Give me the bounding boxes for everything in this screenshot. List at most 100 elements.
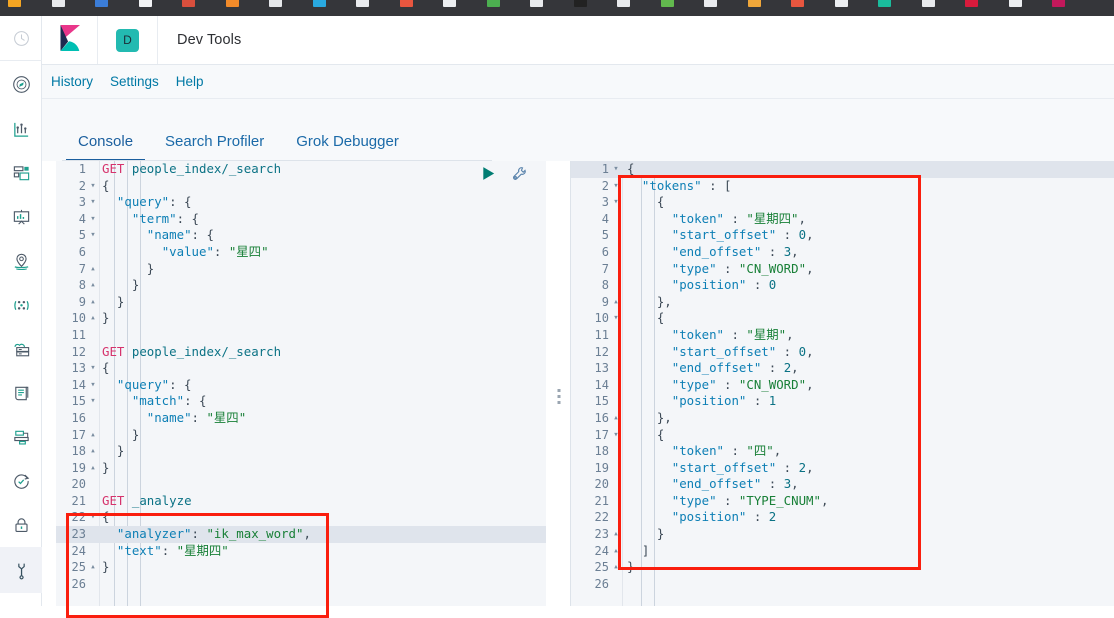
- editor-line[interactable]: 15 ▾ "match": {: [56, 393, 546, 410]
- editor-line[interactable]: 6 "value": "星四": [56, 244, 546, 261]
- editor-line[interactable]: 25 ▴}: [571, 559, 1114, 576]
- editor-line[interactable]: 17 ▾ {: [571, 427, 1114, 444]
- editor-line[interactable]: 18 ▴ }: [56, 443, 546, 460]
- bookmark-favicon[interactable]: [1008, 0, 1022, 7]
- console-request-editor[interactable]: 1 GET people_index/_search 2 ▾{3 ▾ "query": …: [56, 161, 546, 606]
- bookmark-favicon[interactable]: [791, 0, 804, 7]
- fold-toggle-icon[interactable]: ▾: [88, 178, 98, 195]
- editor-line[interactable]: 13 "end_offset" : 2,: [571, 360, 1114, 377]
- sidebar-item-visualize[interactable]: [0, 107, 42, 151]
- sidebar-item-canvas[interactable]: [0, 195, 42, 239]
- space-switcher[interactable]: D: [98, 16, 158, 64]
- help-link[interactable]: Help: [176, 74, 204, 89]
- sidebar-item-discover[interactable]: [0, 61, 42, 107]
- fold-toggle-icon[interactable]: ▴: [88, 443, 98, 460]
- bookmark-favicon[interactable]: [356, 0, 369, 7]
- editor-line[interactable]: 19 "start_offset" : 2,: [571, 460, 1114, 477]
- editor-line[interactable]: 8 "position" : 0: [571, 277, 1114, 294]
- editor-line[interactable]: 19 ▴}: [56, 460, 546, 477]
- fold-toggle-icon[interactable]: ▴: [88, 460, 98, 477]
- editor-line[interactable]: 3 ▾ {: [571, 194, 1114, 211]
- sidebar-item-recently-viewed[interactable]: [0, 16, 42, 61]
- bookmark-favicon[interactable]: [138, 0, 152, 7]
- editor-line[interactable]: 4 ▾ "term": {: [56, 211, 546, 228]
- bookmark-favicon[interactable]: [486, 0, 500, 7]
- editor-line[interactable]: 24 "text": "星期四": [56, 543, 546, 560]
- tab-console[interactable]: Console: [62, 133, 149, 161]
- editor-line[interactable]: 26: [56, 576, 546, 593]
- editor-line[interactable]: 18 "token" : "四",: [571, 443, 1114, 460]
- bookmark-favicon[interactable]: [834, 0, 848, 7]
- fold-toggle-icon[interactable]: ▾: [88, 194, 98, 211]
- editor-line[interactable]: 15 "position" : 1: [571, 393, 1114, 410]
- request-lines[interactable]: 1 GET people_index/_search 2 ▾{3 ▾ "query": …: [56, 161, 546, 592]
- sidebar-item-infrastructure[interactable]: [0, 327, 42, 371]
- editor-line[interactable]: 22 ▾{: [56, 509, 546, 526]
- pane-splitter[interactable]: [546, 161, 571, 606]
- editor-line[interactable]: 11 "token" : "星期",: [571, 327, 1114, 344]
- editor-line[interactable]: 25 ▴}: [56, 559, 546, 576]
- response-pane[interactable]: 1 ▾{2 ▾ "tokens" : [3 ▾ {4 "token" : "星期四",…: [571, 161, 1114, 606]
- fold-toggle-icon[interactable]: ▾: [88, 377, 98, 394]
- editor-line[interactable]: 7 ▴ }: [56, 261, 546, 278]
- send-request-button[interactable]: [480, 165, 497, 187]
- bookmark-favicon[interactable]: [399, 0, 413, 7]
- editor-line[interactable]: 17 ▴ }: [56, 427, 546, 444]
- editor-line[interactable]: 20 "end_offset" : 3,: [571, 476, 1114, 493]
- bookmark-favicon[interactable]: [878, 0, 891, 7]
- editor-line[interactable]: 7 "type" : "CN_WORD",: [571, 261, 1114, 278]
- fold-toggle-icon[interactable]: ▴: [88, 277, 98, 294]
- editor-line[interactable]: 3 ▾ "query": {: [56, 194, 546, 211]
- fold-toggle-icon[interactable]: ▴: [611, 559, 621, 576]
- editor-line[interactable]: 4 "token" : "星期四",: [571, 211, 1114, 228]
- bookmark-favicon[interactable]: [269, 0, 282, 7]
- tab-search-profiler[interactable]: Search Profiler: [149, 133, 280, 161]
- sidebar-item-logs[interactable]: [0, 371, 42, 415]
- editor-line[interactable]: 1 GET people_index/_search: [56, 161, 546, 178]
- bookmark-favicon[interactable]: [660, 0, 674, 7]
- editor-line[interactable]: 12 GET people_index/_search: [56, 344, 546, 361]
- editor-line[interactable]: 5 "start_offset" : 0,: [571, 227, 1114, 244]
- editor-line[interactable]: 22 "position" : 2: [571, 509, 1114, 526]
- editor-line[interactable]: 20: [56, 476, 546, 493]
- history-link[interactable]: History: [51, 74, 93, 89]
- fold-toggle-icon[interactable]: ▾: [611, 194, 621, 211]
- editor-line[interactable]: 2 ▾ "tokens" : [: [571, 178, 1114, 195]
- fold-toggle-icon[interactable]: ▴: [611, 294, 621, 311]
- fold-toggle-icon[interactable]: ▴: [611, 543, 621, 560]
- sidebar-item-security[interactable]: [0, 503, 42, 547]
- editor-line[interactable]: 8 ▴ }: [56, 277, 546, 294]
- bookmark-favicon[interactable]: [747, 0, 761, 7]
- editor-line[interactable]: 23 "analyzer": "ik_max_word",: [56, 526, 546, 543]
- editor-line[interactable]: 5 ▾ "name": {: [56, 227, 546, 244]
- fold-toggle-icon[interactable]: ▾: [88, 393, 98, 410]
- editor-line[interactable]: 14 ▾ "query": {: [56, 377, 546, 394]
- bookmark-favicon[interactable]: [182, 0, 195, 7]
- fold-toggle-icon[interactable]: ▾: [88, 360, 98, 377]
- fold-toggle-icon[interactable]: ▴: [88, 294, 98, 311]
- editor-line[interactable]: 21 "type" : "TYPE_CNUM",: [571, 493, 1114, 510]
- request-options-wrench-icon[interactable]: [511, 165, 529, 188]
- settings-link[interactable]: Settings: [110, 74, 159, 89]
- fold-toggle-icon[interactable]: ▴: [88, 310, 98, 327]
- bookmark-favicon[interactable]: [530, 0, 543, 7]
- sidebar-item-dev-tools[interactable]: [0, 547, 42, 593]
- space-badge[interactable]: D: [116, 28, 139, 52]
- bookmark-favicon[interactable]: [225, 0, 239, 7]
- editor-line[interactable]: 9 ▴ },: [571, 294, 1114, 311]
- fold-toggle-icon[interactable]: ▾: [88, 211, 98, 228]
- bookmark-favicon[interactable]: [95, 0, 108, 7]
- sidebar-item-apm[interactable]: [0, 415, 42, 459]
- bookmark-favicon[interactable]: [573, 0, 587, 7]
- editor-line[interactable]: 24 ▴ ]: [571, 543, 1114, 560]
- sidebar-item-maps[interactable]: [0, 239, 42, 283]
- request-pane[interactable]: 1 GET people_index/_search 2 ▾{3 ▾ "query": …: [56, 161, 546, 606]
- bookmark-favicon[interactable]: [965, 0, 978, 7]
- fold-toggle-icon[interactable]: ▾: [88, 509, 98, 526]
- editor-line[interactable]: 11: [56, 327, 546, 344]
- bookmark-favicon[interactable]: [617, 0, 630, 7]
- editor-line[interactable]: 14 "type" : "CN_WORD",: [571, 377, 1114, 394]
- fold-toggle-icon[interactable]: ▴: [88, 427, 98, 444]
- kibana-logo-link[interactable]: [42, 16, 98, 64]
- fold-toggle-icon[interactable]: ▴: [611, 526, 621, 543]
